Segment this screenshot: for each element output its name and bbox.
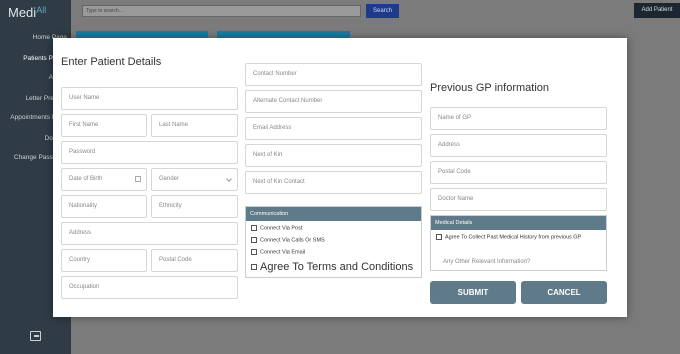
app-logo: MediAll: [8, 5, 47, 20]
gp-postal-code-field[interactable]: Postal Code: [430, 161, 607, 184]
calendar-icon[interactable]: [135, 176, 141, 182]
password-field[interactable]: Password: [61, 141, 238, 164]
cancel-button[interactable]: CANCEL: [521, 281, 607, 304]
search-input[interactable]: Type to search...: [82, 5, 361, 17]
gender-placeholder: Gender: [159, 176, 180, 182]
next-of-kin-contact-field[interactable]: Next of Kin Contact: [245, 171, 422, 194]
communication-heading: Communication: [246, 207, 421, 221]
add-patient-button[interactable]: Add Patient: [634, 3, 680, 18]
gender-select[interactable]: Gender: [151, 168, 238, 191]
patient-details-modal: Enter Patient Details User Name First Na…: [53, 38, 627, 317]
background-tab: [217, 31, 350, 38]
ethnicity-field[interactable]: Ethnicity: [151, 195, 238, 218]
communication-panel: Communication Connect Via Post Connect V…: [245, 206, 422, 278]
gp-address-field[interactable]: Address: [430, 134, 607, 157]
checkbox-icon[interactable]: [251, 237, 257, 243]
medical-details-panel: Medical Details Agree To Collect Past Me…: [430, 215, 607, 271]
dob-field[interactable]: Date of Birth: [61, 168, 147, 191]
chevron-down-icon: [226, 176, 232, 182]
address-field[interactable]: Address: [61, 222, 238, 245]
alt-contact-field[interactable]: Alternate Contact Number: [245, 90, 422, 113]
user-name-field[interactable]: User Name: [61, 87, 238, 110]
agree-terms-checkbox[interactable]: Agree To Terms and Conditions: [251, 261, 413, 273]
country-field[interactable]: Country: [61, 249, 147, 272]
checkbox-icon[interactable]: [251, 249, 257, 255]
occupation-field[interactable]: Occupation: [61, 276, 238, 299]
nationality-field[interactable]: Nationality: [61, 195, 147, 218]
connect-email-checkbox[interactable]: Connect Via Email: [251, 249, 305, 255]
last-name-field[interactable]: Last Name: [151, 114, 238, 137]
email-field[interactable]: Email Address: [245, 117, 422, 140]
connect-calls-checkbox[interactable]: Connect Via Calls Or SMS: [251, 237, 325, 243]
logout-icon[interactable]: [30, 331, 41, 341]
connect-post-checkbox[interactable]: Connect Via Post: [251, 225, 302, 231]
doctor-name-field[interactable]: Doctor Name: [430, 188, 607, 211]
background-tab: [76, 31, 208, 38]
checkbox-icon[interactable]: [436, 234, 442, 240]
other-info-textarea[interactable]: Any Other Relevant Information?: [443, 259, 530, 265]
gp-name-field[interactable]: Name of GP: [430, 107, 607, 130]
first-name-field[interactable]: First Name: [61, 114, 147, 137]
contact-number-field[interactable]: Contact Number: [245, 63, 422, 86]
search-button[interactable]: Search: [366, 4, 399, 18]
dob-placeholder: Date of Birth: [69, 176, 103, 182]
postal-code-field[interactable]: Postal Code: [151, 249, 238, 272]
checkbox-icon[interactable]: [251, 225, 257, 231]
agree-medical-history-checkbox[interactable]: Agree To Collect Past Medical History fr…: [436, 234, 581, 240]
modal-title: Enter Patient Details: [61, 56, 162, 68]
next-of-kin-field[interactable]: Next of Kin: [245, 144, 422, 167]
checkbox-icon[interactable]: [251, 264, 257, 271]
medical-details-heading: Medical Details: [431, 216, 606, 230]
submit-button[interactable]: SUBMIT: [430, 281, 516, 304]
gp-section-title: Previous GP information: [430, 82, 550, 94]
